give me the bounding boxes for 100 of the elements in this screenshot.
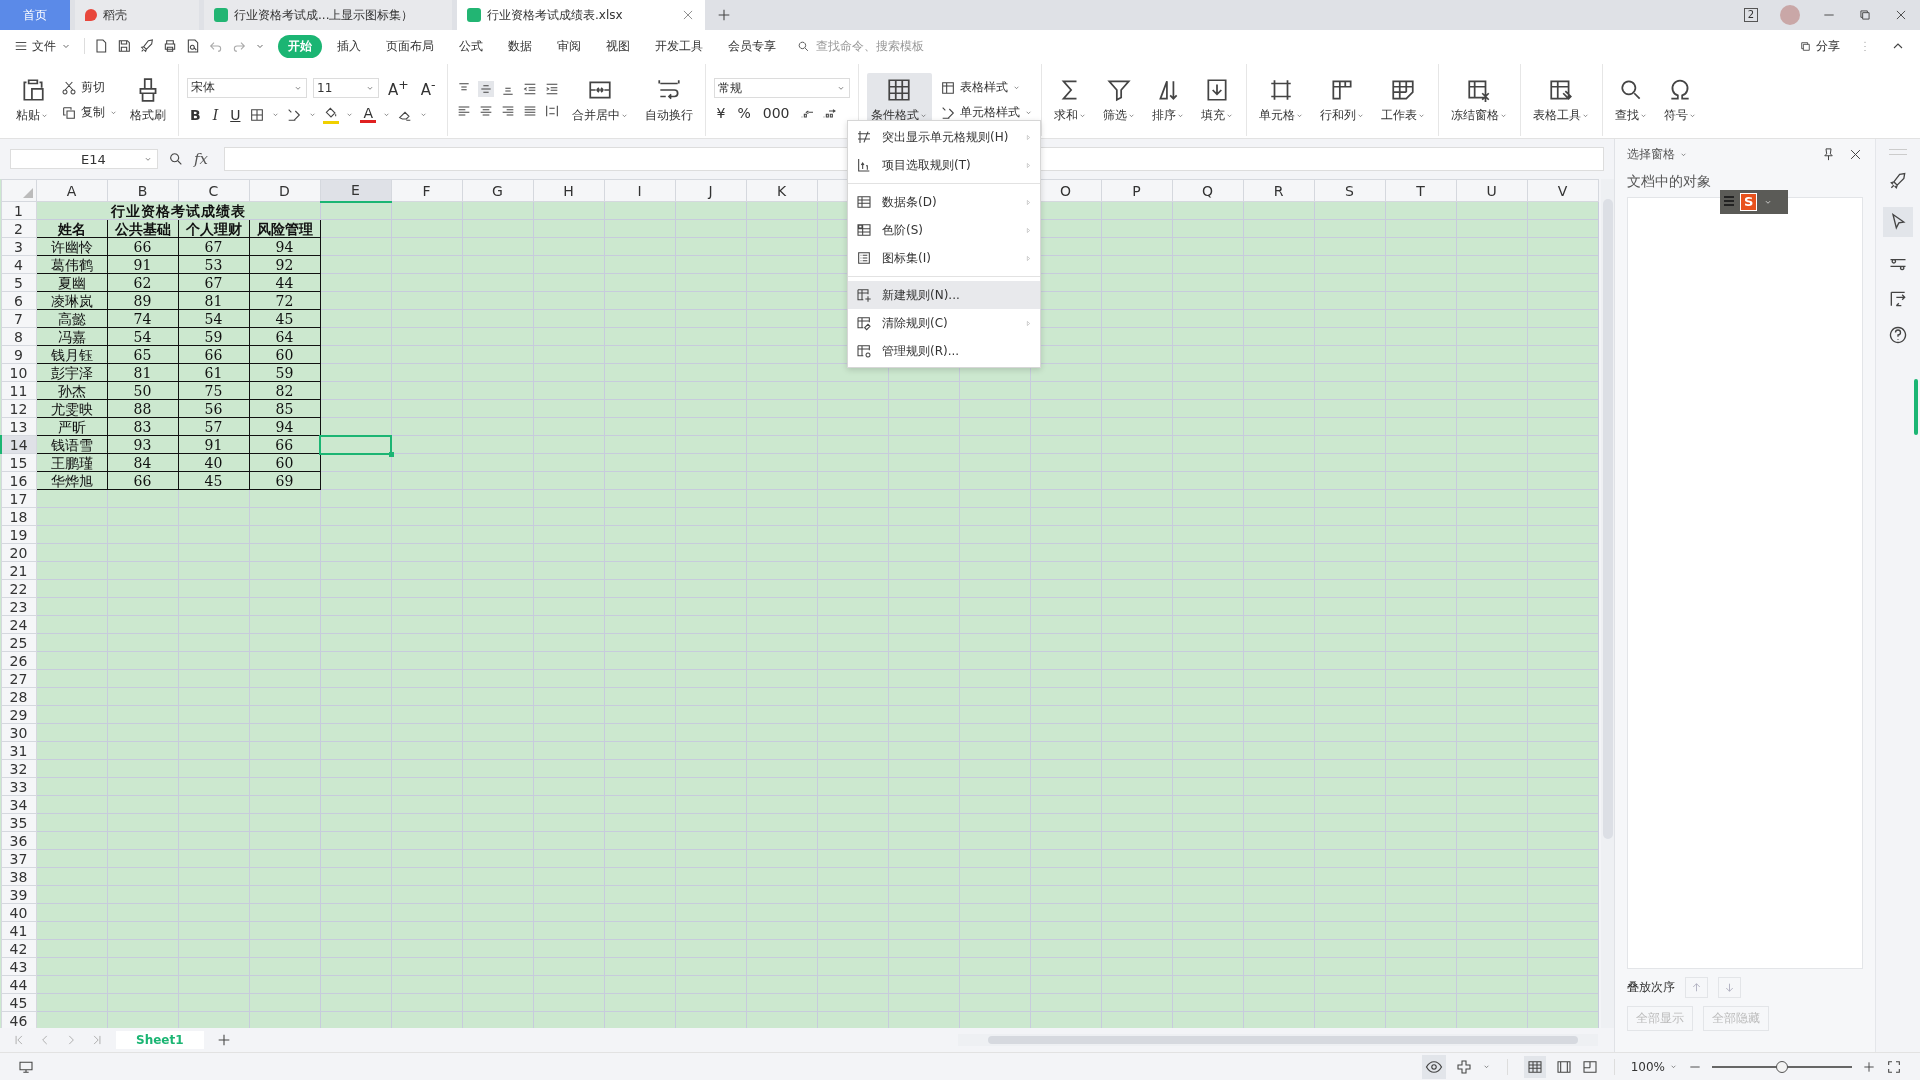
pane-title[interactable]: 选择窗格 [1627, 145, 1688, 163]
border-icon[interactable] [249, 106, 266, 123]
column-header[interactable]: A [36, 179, 107, 202]
column-header[interactable]: E [320, 179, 391, 202]
distribute-icon[interactable] [543, 103, 560, 119]
ribbon-tab[interactable]: 页面布局 [376, 34, 444, 58]
close-icon[interactable] [1894, 8, 1908, 22]
ribbon-tab[interactable]: 开发工具 [645, 34, 713, 58]
font-color-button[interactable]: A [360, 106, 377, 123]
table-cell: 64 [249, 327, 320, 346]
font-name-dropdown[interactable]: 宋体 [187, 77, 307, 98]
name-box[interactable]: E14 [10, 149, 158, 169]
column-header[interactable]: J [675, 179, 746, 202]
menu-item[interactable]: 色阶(S) [848, 216, 1040, 244]
ribbon-tab[interactable]: 数据 [498, 34, 542, 58]
ime-toolbar[interactable]: S [1720, 190, 1788, 214]
window-count-badge[interactable]: 2 [1743, 8, 1758, 22]
column-header[interactable]: U [1456, 179, 1527, 202]
share-button[interactable]: 分享 [1799, 37, 1840, 55]
function-button[interactable]: fx [194, 150, 208, 168]
column-header[interactable]: T [1385, 179, 1456, 202]
style-button[interactable]: 表格样式 [939, 79, 1033, 96]
ribbon-tab[interactable]: 插入 [327, 34, 371, 58]
fill-bucket-icon[interactable] [323, 105, 340, 124]
column-header[interactable]: K [746, 179, 817, 202]
format-painter-button[interactable]: 格式刷 [126, 72, 170, 128]
fullscreen-icon[interactable] [1886, 1058, 1902, 1075]
menu-item[interactable]: 清除规则(C) [848, 309, 1040, 337]
normal-view-button[interactable] [1523, 1055, 1546, 1078]
merge-center-button[interactable]: 合并居中 [567, 72, 633, 128]
ribbon-button[interactable]: 工作表 [1376, 72, 1430, 128]
print-preview-icon[interactable] [185, 38, 201, 54]
page-break-icon[interactable] [1581, 1058, 1598, 1075]
column-header[interactable]: P [1101, 179, 1172, 202]
page-view-icon[interactable] [1555, 1058, 1572, 1075]
ribbon-button[interactable]: 符号 [1659, 72, 1701, 128]
decrease-indent-icon[interactable] [521, 81, 538, 97]
ribbon-button[interactable]: 单元格 [1254, 72, 1308, 128]
font-style-button[interactable]: U [227, 105, 244, 124]
shrink-font-button[interactable]: A$^{-}$ [417, 76, 439, 99]
grow-font-button[interactable]: A$^{+}$ [385, 76, 412, 99]
column-header[interactable]: S [1314, 179, 1385, 202]
eye-protection-button[interactable] [1421, 1054, 1446, 1079]
column-header[interactable]: F [391, 179, 462, 202]
command-search-field[interactable]: 查找命令、搜索模板 [797, 38, 958, 54]
column-header[interactable]: B [107, 179, 178, 202]
wrap-text-button[interactable]: 自动换行 [640, 72, 697, 128]
ribbon-tab[interactable]: 审阅 [547, 34, 591, 58]
document-tab[interactable]: 行业资格考试成绩表.xlsx [457, 0, 705, 30]
file-menu[interactable]: 文件 [14, 37, 72, 55]
menu-item[interactable]: 项目选取规则(T) [848, 151, 1040, 179]
save-icon[interactable] [116, 38, 132, 54]
restore-icon[interactable] [1858, 8, 1872, 22]
number-format-button[interactable]: % [734, 104, 754, 122]
add-tab-icon[interactable] [716, 7, 732, 23]
ribbon-tab[interactable]: 视图 [596, 34, 640, 58]
zoom-level[interactable]: 100% [1630, 1059, 1678, 1074]
ribbon-button[interactable]: 排序 [1147, 72, 1189, 128]
cell-cursor[interactable] [320, 435, 391, 454]
column-header[interactable]: Q [1172, 179, 1243, 202]
number-format-dropdown[interactable]: 常规 [713, 78, 850, 98]
column-header[interactable]: V [1527, 179, 1598, 202]
ribbon-button[interactable]: 筛选 [1098, 72, 1140, 128]
menu-item[interactable]: 管理规则(R)... [848, 337, 1040, 365]
crosshair-icon[interactable] [1455, 1058, 1472, 1075]
document-tab[interactable]: 稻壳 [75, 0, 199, 30]
menu-item[interactable]: 图标集(I) [848, 244, 1040, 272]
cut-button[interactable]: 剪切 [61, 79, 118, 96]
column-header[interactable]: C [178, 179, 249, 202]
ribbon-button[interactable]: 查找 [1610, 72, 1652, 128]
ribbon-button[interactable]: 行和列 [1315, 72, 1369, 128]
vertical-scrollbar[interactable] [1600, 179, 1614, 1028]
document-tab[interactable]: 行业资格考试成...上显示图标集） [204, 0, 452, 30]
ribbon-tab[interactable]: 会员专享 [718, 34, 786, 58]
style-button[interactable]: 单元格样式 [939, 104, 1033, 121]
ribbon-button[interactable]: 表格工具 [1528, 72, 1594, 128]
ribbon-button[interactable]: 填充 [1196, 72, 1238, 128]
print-icon[interactable] [162, 38, 178, 54]
align-middle-icon[interactable] [477, 81, 494, 97]
ribbon-button[interactable]: 冻结窗格 [1446, 72, 1512, 128]
horizontal-scrollbar[interactable] [958, 1034, 1598, 1046]
copy-button[interactable]: 复制 [61, 104, 118, 121]
column-header[interactable]: H [533, 179, 604, 202]
column-header[interactable]: I [604, 179, 675, 202]
font-size-dropdown[interactable]: 11 [313, 77, 379, 98]
ribbon-button[interactable]: 求和 [1049, 72, 1091, 128]
font-style-button[interactable]: B [187, 105, 204, 124]
help-icon[interactable] [1888, 325, 1909, 345]
font-style-button[interactable]: I [209, 105, 222, 124]
number-format-button[interactable]: 000 [759, 104, 793, 122]
ribbon-tab[interactable]: 公式 [449, 34, 493, 58]
new-document-icon[interactable] [93, 38, 109, 54]
menu-item[interactable]: 新建规则(N)... [848, 281, 1040, 309]
number-format-button[interactable]: ¥ [713, 104, 729, 122]
paste-button[interactable]: 粘贴 [12, 72, 53, 128]
selection-tool-button[interactable] [1883, 207, 1914, 237]
column-header[interactable]: R [1243, 179, 1314, 202]
column-header[interactable]: G [462, 179, 533, 202]
zoom-icon[interactable] [168, 151, 184, 167]
column-header[interactable]: D [249, 179, 320, 202]
